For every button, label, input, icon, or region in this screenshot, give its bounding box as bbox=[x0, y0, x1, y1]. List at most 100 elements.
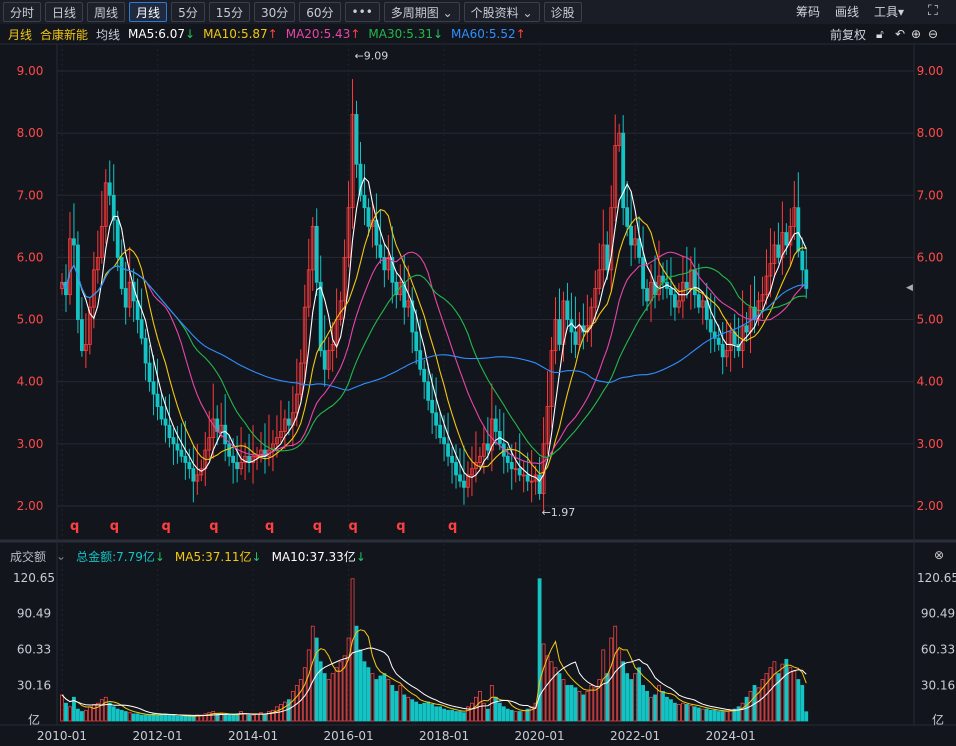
candle-down bbox=[438, 424, 443, 439]
price-tick-label-left: 9.00 bbox=[17, 64, 44, 78]
volume-bar bbox=[211, 711, 216, 722]
candle-down bbox=[147, 362, 152, 383]
volume-bar bbox=[485, 708, 490, 722]
volume-tick-label-left: 90.49 bbox=[17, 607, 51, 621]
event-marker: q bbox=[349, 519, 358, 534]
candle-down bbox=[231, 455, 236, 463]
volume-bar bbox=[625, 673, 630, 722]
volume-bar bbox=[247, 714, 251, 722]
volume-bar bbox=[191, 715, 196, 722]
volume-bar bbox=[470, 702, 474, 722]
kline-chart[interactable]: 9.00 9.00 8.00 8.00 7.00 7.00 6.00 6.00 5.00 5.00… bbox=[0, 0, 956, 746]
time-tick-label: 2020-01 bbox=[515, 729, 565, 743]
candle-down bbox=[422, 368, 427, 383]
candle-down bbox=[569, 319, 574, 333]
volume-bar bbox=[637, 667, 641, 722]
volume-bar bbox=[370, 673, 375, 722]
volume-bar bbox=[99, 699, 104, 722]
candle-down bbox=[155, 393, 160, 407]
volume-bar bbox=[669, 699, 673, 722]
candle-down bbox=[450, 455, 454, 463]
candle-down bbox=[557, 319, 562, 345]
volume-bar bbox=[314, 637, 319, 722]
price-tick-label-left: 4.00 bbox=[17, 375, 44, 389]
volume-bar bbox=[95, 702, 100, 722]
volume-bar bbox=[179, 715, 184, 722]
time-tick-label: 2022-01 bbox=[610, 729, 660, 743]
volume-bar bbox=[442, 708, 446, 722]
price-tick-label-right: 3.00 bbox=[917, 437, 944, 451]
volume-bar bbox=[677, 704, 681, 722]
volume-bar bbox=[509, 709, 514, 722]
volume-bar bbox=[354, 625, 359, 722]
candle-down bbox=[286, 418, 291, 426]
candle-down bbox=[446, 443, 450, 457]
event-marker: q bbox=[110, 519, 119, 534]
volume-bar bbox=[263, 713, 267, 722]
volume-bar bbox=[561, 679, 566, 722]
price-tick-label-left: 3.00 bbox=[17, 437, 44, 451]
candle-down bbox=[454, 462, 458, 476]
candle-down bbox=[669, 288, 673, 296]
volume-bar bbox=[143, 714, 148, 722]
candle-down bbox=[525, 474, 530, 482]
volume-bar bbox=[458, 711, 462, 722]
candle-down bbox=[223, 424, 228, 445]
volume-bar bbox=[696, 707, 701, 722]
candle-down bbox=[115, 219, 120, 258]
volume-bar bbox=[704, 708, 709, 722]
price-tick-label-right: 2.00 bbox=[917, 499, 944, 513]
volume-bar bbox=[549, 661, 554, 722]
price-tick-label-left: 5.00 bbox=[17, 313, 44, 327]
price-annotation: ←1.97 bbox=[542, 506, 576, 519]
volume-bar bbox=[462, 712, 466, 722]
volume-bar bbox=[430, 704, 435, 722]
volume-bar bbox=[402, 694, 407, 722]
volume-bar bbox=[374, 679, 379, 722]
price-tick-label-right: 9.00 bbox=[917, 64, 944, 78]
volume-bar bbox=[107, 702, 112, 722]
volume-bar bbox=[227, 714, 232, 722]
volume-bar bbox=[505, 708, 510, 722]
volume-bar bbox=[784, 658, 789, 722]
time-tick-label: 2010-01 bbox=[37, 729, 87, 743]
time-tick-label: 2012-01 bbox=[132, 729, 182, 743]
volume-bar bbox=[744, 696, 749, 722]
volume-bar bbox=[541, 643, 546, 722]
candle-down bbox=[784, 232, 789, 246]
candle-down bbox=[235, 462, 240, 470]
volume-bar bbox=[645, 690, 649, 722]
volume-bar bbox=[601, 649, 606, 722]
volume-bar bbox=[406, 696, 411, 722]
price-tick-label-left: 8.00 bbox=[17, 126, 44, 140]
volume-bar bbox=[680, 702, 685, 722]
candle-down bbox=[119, 257, 124, 289]
candle-down bbox=[80, 319, 84, 352]
volume-tick-label-left: 120.65 bbox=[13, 571, 55, 585]
volume-bar bbox=[569, 685, 574, 722]
volume-bar bbox=[581, 694, 586, 722]
volume-bar bbox=[278, 704, 283, 722]
candle-down bbox=[485, 443, 490, 451]
volume-bar bbox=[183, 715, 188, 722]
volume-bar bbox=[800, 685, 805, 722]
candle-down bbox=[673, 294, 677, 308]
candle-down bbox=[163, 418, 168, 426]
volume-bar bbox=[422, 702, 427, 722]
volume-bar bbox=[740, 702, 745, 722]
candle-down bbox=[716, 337, 721, 345]
candle-down bbox=[159, 406, 164, 420]
volume-ma5-line bbox=[61, 629, 807, 717]
volume-bar bbox=[720, 711, 725, 722]
candle-down bbox=[692, 269, 697, 296]
volume-tick-label-left: 60.33 bbox=[17, 642, 51, 656]
volume-bar bbox=[127, 712, 132, 722]
candle-down bbox=[605, 244, 610, 271]
volume-bar bbox=[557, 673, 562, 722]
volume-bar bbox=[330, 673, 335, 722]
price-tick-label-right: 8.00 bbox=[917, 126, 944, 140]
volume-bar bbox=[171, 714, 176, 722]
volume-bar bbox=[139, 714, 144, 722]
volume-bar bbox=[796, 679, 801, 722]
volume-bar bbox=[700, 708, 705, 722]
